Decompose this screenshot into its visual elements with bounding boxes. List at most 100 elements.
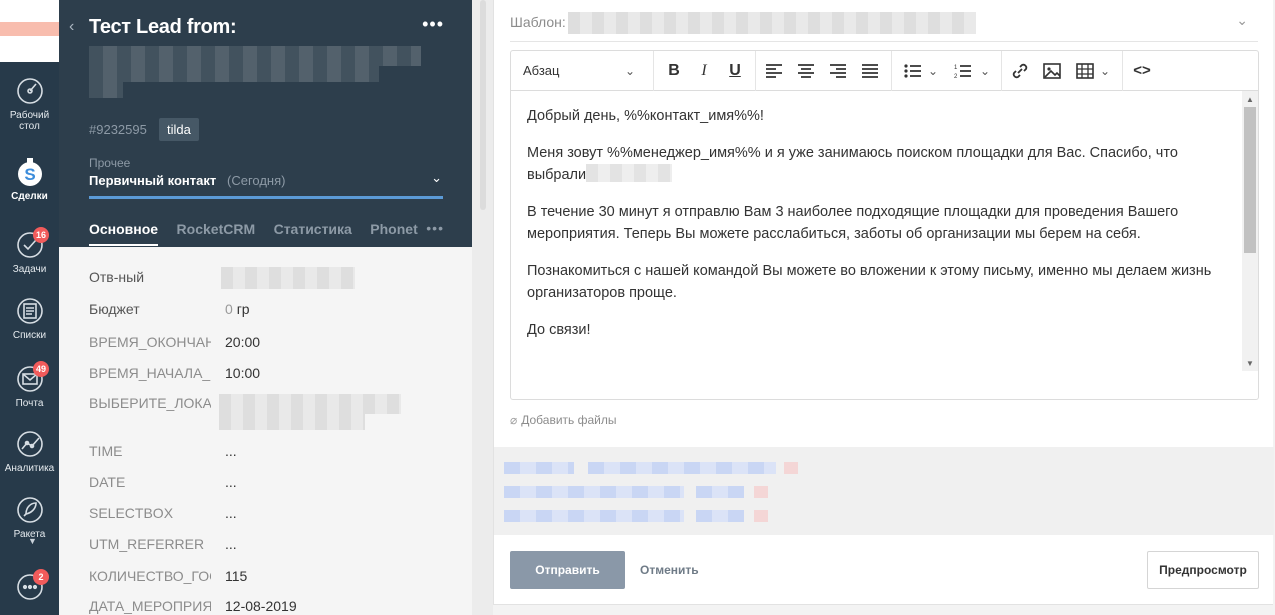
nav-item-tasks[interactable]: 16 Задачи (0, 227, 59, 275)
field-label: Отв-ный (89, 269, 145, 285)
source-code-icon[interactable]: <> (1132, 51, 1152, 91)
editor-scroll-thumb[interactable] (1244, 107, 1256, 253)
template-select[interactable]: Шаблон: ⌄ (510, 4, 1258, 42)
field-label: TIME (89, 443, 123, 459)
numbered-list-icon[interactable]: 12 (954, 63, 972, 79)
field-value[interactable]: 115 (225, 568, 247, 584)
tab-statistics[interactable]: Статистика (274, 221, 352, 244)
nav-item-rocket[interactable]: Ракета (0, 495, 59, 540)
stage-progress-bar (89, 196, 443, 199)
field-label: ВЫБЕРИТЕ_ЛОКАЛЬ (89, 395, 211, 411)
field-value[interactable]: 10:00 (225, 365, 260, 381)
tab-main[interactable]: Основное (89, 221, 159, 246)
field-value[interactable]: ... (225, 443, 237, 459)
bold-icon[interactable]: B (663, 51, 685, 91)
paperclip-icon: ⌀ (510, 413, 518, 427)
rich-text-editor: Абзац ⌄ B I U ⌄ 12 ⌄ ⌄ <> Добрый день, %… (510, 50, 1259, 400)
lead-header: ‹ Тест Lead from: ••• #9232595 tilda Про… (59, 0, 472, 247)
composer-footer: Отправить Отменить Предпросмотр (494, 535, 1274, 605)
recipient-redacted (588, 462, 776, 474)
align-justify-icon[interactable] (861, 63, 879, 79)
account-logo[interactable] (0, 0, 59, 62)
nav-label-mail: Почта (15, 398, 44, 409)
lead-id: #9232595 (89, 122, 147, 137)
field-value[interactable]: 0 гр (225, 301, 250, 317)
link-icon[interactable] (1011, 62, 1029, 80)
align-right-icon[interactable] (829, 63, 847, 79)
panel-scrollbar[interactable] (480, 0, 486, 210)
lead-menu-dots-icon[interactable]: ••• (422, 14, 444, 35)
nav-item-analytics[interactable]: Аналитика (0, 429, 59, 474)
scroll-down-arrow-icon[interactable]: ▼ (1246, 359, 1254, 368)
field-value[interactable]: ... (225, 474, 237, 490)
body-paragraph: Познакомиться с нашей командой Вы можете… (527, 263, 1212, 301)
scroll-up-arrow-icon[interactable]: ▲ (1246, 95, 1254, 104)
nav-more-chevron-icon[interactable]: ▼ (28, 536, 37, 546)
align-left-icon[interactable] (765, 63, 783, 79)
field-value[interactable]: 12-08-2019 (225, 598, 297, 614)
underline-icon[interactable]: U (724, 51, 746, 91)
bullet-chevron-down-icon[interactable]: ⌄ (928, 51, 938, 91)
nav-label-analytics: Аналитика (4, 463, 55, 474)
budget-currency: гр (236, 301, 250, 317)
app-root: Рабочий стол S Сделки 16 Задачи Списки 4… (0, 0, 1275, 615)
recipient-redacted (696, 510, 744, 522)
field-label: SELECTBOX (89, 505, 174, 521)
tabs-more-dots-icon[interactable]: ••• (426, 220, 444, 236)
image-icon[interactable] (1043, 62, 1061, 80)
template-label: Шаблон: (510, 14, 566, 30)
field-label: КОЛИЧЕСТВО_ГОСТЕЙ (89, 568, 211, 584)
nav-label-dashboard-2: стол (19, 121, 40, 132)
lead-title-redacted-3 (89, 82, 123, 98)
nav-item-dashboard[interactable]: Рабочий стол (0, 76, 59, 132)
table-chevron-down-icon[interactable]: ⌄ (1100, 51, 1110, 91)
rocket-icon (16, 497, 43, 523)
nav-item-deals[interactable]: S Сделки (0, 157, 59, 202)
pipeline-group: Прочее (89, 156, 131, 170)
field-label: DATE (89, 474, 126, 490)
cancel-button[interactable]: Отменить (640, 563, 699, 577)
company-redacted (586, 164, 673, 182)
editor-scrollbar[interactable]: ▲ ▼ (1242, 91, 1258, 371)
nav-item-lists[interactable]: Списки (0, 296, 59, 341)
lead-title[interactable]: Тест Lead from: (89, 16, 237, 39)
recipients-area (494, 447, 1274, 535)
stage-chevron-down-icon[interactable]: ⌄ (431, 170, 442, 186)
dashboard-icon (16, 78, 43, 104)
paragraph-format-select[interactable]: Абзац (523, 51, 559, 91)
italic-icon[interactable]: I (693, 51, 715, 91)
lead-title-redacted (89, 46, 421, 66)
editor-content[interactable]: Добрый день, %%контакт_имя%%! Меня зовут… (511, 91, 1242, 371)
nav-item-chat[interactable]: 2 (0, 569, 59, 606)
field-value[interactable]: ... (225, 536, 237, 552)
nav-item-mail[interactable]: 49 Почта (0, 361, 59, 409)
preview-button[interactable]: Предпросмотр (1147, 551, 1259, 589)
lead-title-redacted-2 (89, 66, 379, 82)
tasks-badge: 16 (33, 227, 50, 243)
nav-label-tasks: Задачи (12, 264, 47, 275)
field-value[interactable]: ... (225, 505, 237, 521)
body-paragraph: Меня зовут %%менеджер_имя%% и я уже зани… (527, 142, 1226, 186)
body-paragraph: До связи! (527, 322, 591, 338)
align-center-icon[interactable] (797, 63, 815, 79)
numbered-chevron-down-icon[interactable]: ⌄ (980, 51, 990, 91)
tab-rocketcrm[interactable]: RocketCRM (177, 221, 256, 244)
responsible-redacted (221, 267, 355, 289)
tab-phonet[interactable]: Phonet (370, 221, 417, 244)
add-files-link[interactable]: ⌀ Добавить файлы (510, 413, 616, 427)
body-paragraph: В течение 30 минут я отправлю Вам 3 наиб… (527, 204, 1179, 242)
field-value[interactable]: 20:00 (225, 334, 260, 350)
paragraph-chevron-down-icon[interactable]: ⌄ (625, 51, 635, 91)
back-chevron-icon[interactable]: ‹ (69, 18, 74, 36)
bullet-list-icon[interactable] (904, 63, 922, 79)
add-files-label: Добавить файлы (521, 413, 617, 427)
mail-badge: 49 (33, 361, 50, 377)
template-chevron-down-icon[interactable]: ⌄ (1236, 12, 1248, 29)
analytics-icon (16, 431, 43, 457)
nav-label-deals: Сделки (11, 191, 48, 202)
lead-tag[interactable]: tilda (159, 118, 199, 141)
table-icon[interactable] (1076, 62, 1094, 80)
stage-date: (Сегодня) (227, 173, 286, 188)
send-button[interactable]: Отправить (510, 551, 625, 589)
stage-name[interactable]: Первичный контакт (89, 173, 216, 188)
